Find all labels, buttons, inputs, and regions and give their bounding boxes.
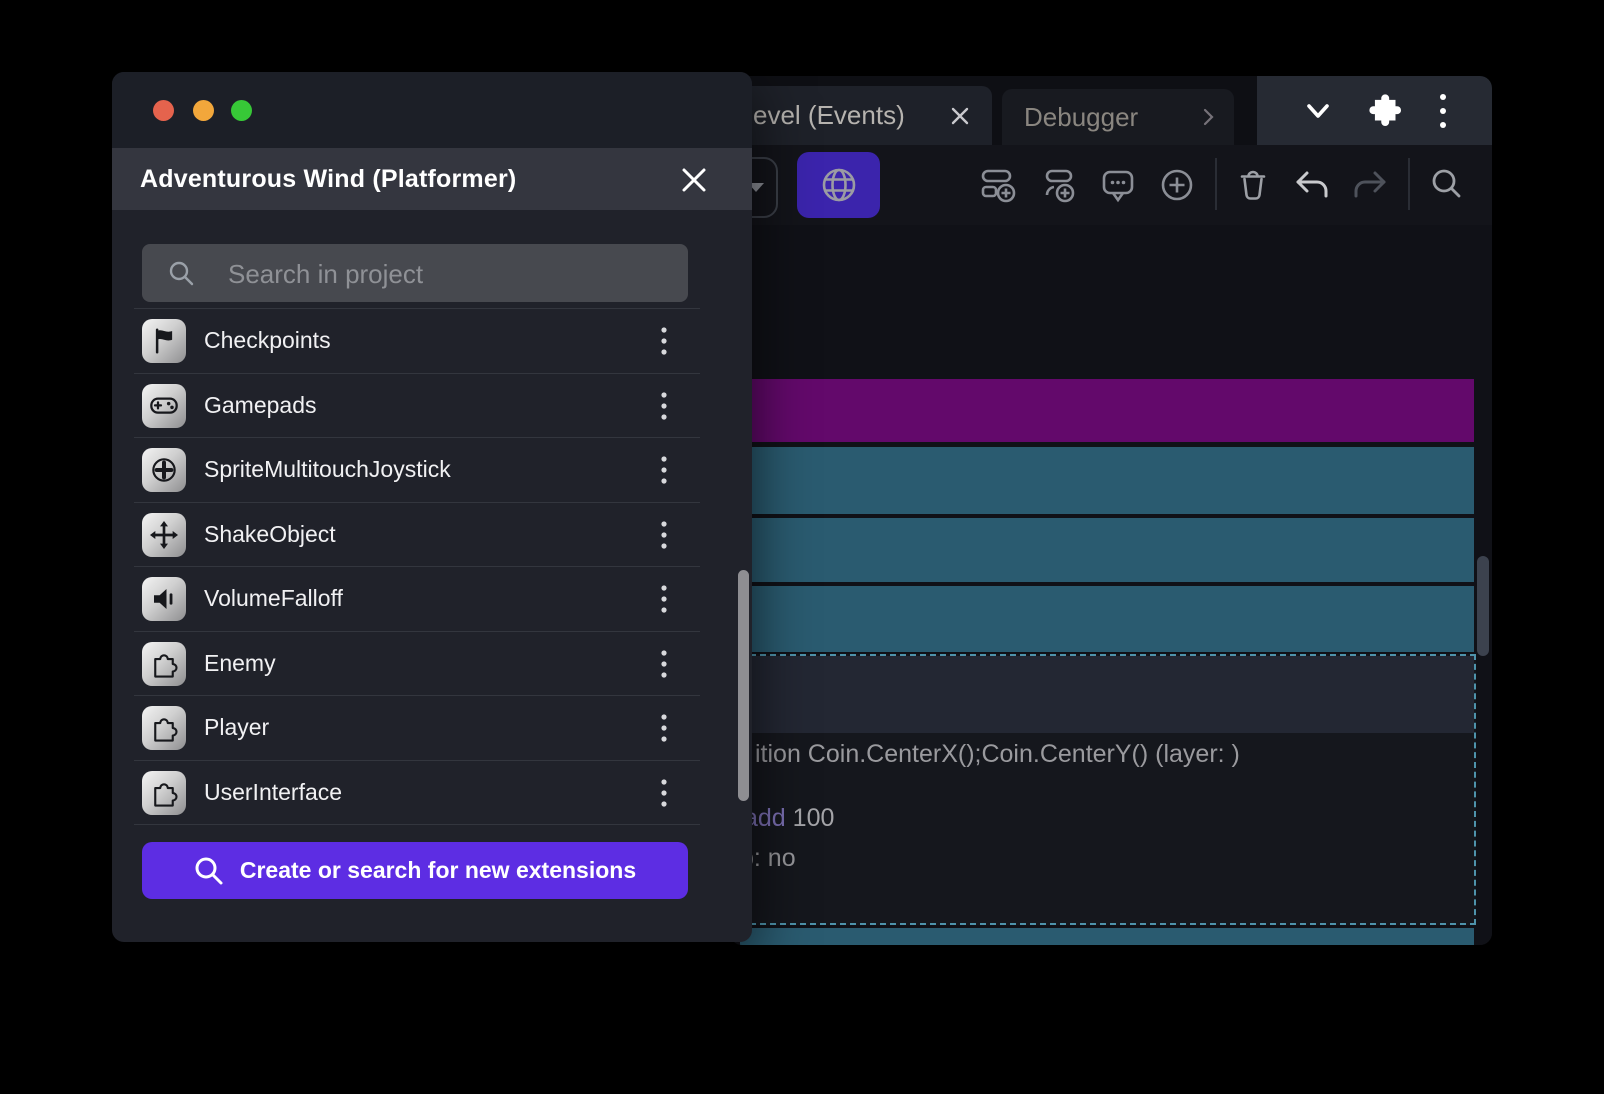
tab-debugger[interactable]: Debugger xyxy=(1002,89,1234,145)
circle-plus-button[interactable] xyxy=(1155,163,1199,207)
redo-button[interactable] xyxy=(1348,163,1392,207)
puzzle-icon xyxy=(142,641,186,686)
puzzle-icon xyxy=(142,770,186,815)
move-arrows-icon xyxy=(142,512,186,557)
kebab-menu-icon[interactable] xyxy=(656,777,672,809)
search-icon xyxy=(169,261,194,286)
tab-label: evel (Events) xyxy=(753,100,905,130)
selected-event[interactable]: ition Coin.CenterX();Coin.CenterY() (lay… xyxy=(730,654,1476,925)
chevron-down-icon[interactable] xyxy=(1301,96,1335,126)
events-scrollbar[interactable] xyxy=(1477,556,1489,656)
kebab-menu-icon[interactable] xyxy=(1438,92,1448,130)
event-row[interactable] xyxy=(740,586,1474,652)
search-events-button[interactable] xyxy=(1425,163,1469,207)
add-event-button[interactable] xyxy=(976,163,1020,207)
event-variable-text[interactable]: add 100 xyxy=(744,804,834,833)
project-title: Adventurous Wind (Platformer) xyxy=(140,164,517,193)
event-row[interactable] xyxy=(740,447,1474,514)
flag-icon xyxy=(142,319,186,363)
kebab-menu-icon[interactable] xyxy=(656,712,672,744)
events-toolbar xyxy=(730,145,1492,225)
minimize-window-button[interactable] xyxy=(193,100,214,121)
event-action-text[interactable]: ition Coin.CenterX();Coin.CenterY() (lay… xyxy=(755,740,1240,769)
joystick-icon xyxy=(142,448,186,492)
screen: evel (Events) Debugger ition Coin.Center… xyxy=(0,0,1604,1094)
create-extension-label: Create or search for new extensions xyxy=(239,857,637,883)
extension-label: Gamepads xyxy=(204,391,317,418)
tab-scene-events[interactable]: evel (Events) xyxy=(730,86,992,145)
kebab-menu-icon[interactable] xyxy=(656,390,672,422)
extension-label: SpriteMultitouchJoystick xyxy=(204,456,451,483)
add-comment-button[interactable] xyxy=(1096,163,1140,207)
search-input[interactable] xyxy=(226,244,670,304)
extension-item-player[interactable]: Player xyxy=(134,696,700,761)
tab-label: Debugger xyxy=(1024,101,1139,132)
puzzle-piece-icon[interactable] xyxy=(1367,92,1405,130)
chevron-right-icon[interactable] xyxy=(1198,107,1218,127)
close-panel-icon[interactable] xyxy=(680,166,708,194)
kebab-menu-icon[interactable] xyxy=(656,519,672,551)
project-manager-panel: Adventurous Wind (Platformer) Search in … xyxy=(112,72,752,942)
zoom-window-button[interactable] xyxy=(231,100,252,121)
extension-item-enemy[interactable]: Enemy xyxy=(134,632,700,696)
delete-button[interactable] xyxy=(1231,163,1275,207)
speaker-icon xyxy=(142,577,186,621)
kebab-menu-icon[interactable] xyxy=(656,454,672,486)
editor-window: evel (Events) Debugger ition Coin.Center… xyxy=(730,76,1492,945)
event-row[interactable] xyxy=(740,928,1474,945)
extension-label: VolumeFalloff xyxy=(204,585,343,612)
search-field[interactable] xyxy=(142,244,688,304)
panel-scrollbar[interactable] xyxy=(738,570,749,801)
extension-label: Enemy xyxy=(204,649,276,676)
window-controls-block xyxy=(1257,76,1492,145)
add-subevent-button[interactable] xyxy=(1036,163,1080,207)
globe-button[interactable] xyxy=(797,152,880,218)
events-sheet: ition Coin.CenterX();Coin.CenterY() (lay… xyxy=(730,225,1492,945)
undo-button[interactable] xyxy=(1290,163,1334,207)
create-extension-button[interactable]: Create or search for new extensions xyxy=(142,842,688,899)
kebab-menu-icon[interactable] xyxy=(656,648,672,680)
extension-item-userinterface[interactable]: UserInterface xyxy=(134,761,700,825)
globe-icon xyxy=(822,168,855,202)
extension-item-volumefalloff[interactable]: VolumeFalloff xyxy=(134,567,700,632)
extension-label: UserInterface xyxy=(204,778,343,805)
extension-label: Checkpoints xyxy=(204,327,331,354)
extension-label: ShakeObject xyxy=(204,520,336,547)
tab-bar: evel (Events) Debugger xyxy=(730,76,1492,145)
search-icon xyxy=(195,857,223,884)
gamepad-icon xyxy=(142,383,186,428)
close-window-button[interactable] xyxy=(153,100,174,121)
extensions-list: Checkpoints Gamepads SpriteMultitouchJoy… xyxy=(134,308,700,825)
event-row[interactable] xyxy=(740,518,1474,582)
kebab-menu-icon[interactable] xyxy=(656,583,672,615)
toolbar-divider xyxy=(1215,158,1217,210)
close-tab-icon[interactable] xyxy=(948,104,972,128)
extension-label: Player xyxy=(204,714,270,741)
puzzle-icon xyxy=(142,706,186,750)
extension-item-joystick[interactable]: SpriteMultitouchJoystick xyxy=(134,438,700,503)
event-condition-block[interactable] xyxy=(730,656,1474,733)
extension-item-checkpoints[interactable]: Checkpoints xyxy=(134,309,700,374)
panel-titlebar xyxy=(112,72,752,148)
kebab-menu-icon[interactable] xyxy=(656,325,672,357)
extension-item-shakeobject[interactable]: ShakeObject xyxy=(134,503,700,567)
event-row[interactable] xyxy=(740,379,1474,442)
extension-item-gamepads[interactable]: Gamepads xyxy=(134,374,700,438)
toolbar-divider xyxy=(1408,158,1410,210)
panel-header: Adventurous Wind (Platformer) xyxy=(112,148,752,210)
